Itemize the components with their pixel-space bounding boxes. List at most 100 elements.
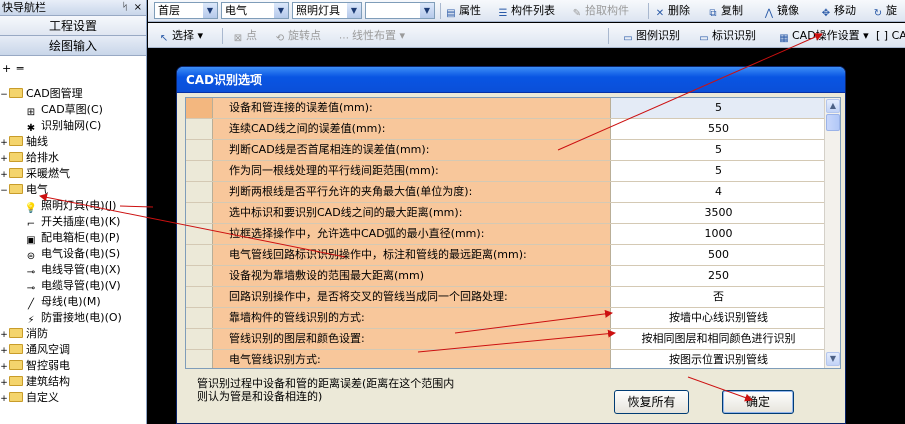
- tree-item[interactable]: ⊸ 电线导管(电)(X): [0, 262, 147, 278]
- pick-component-button[interactable]: ✎ 拾取构件: [571, 3, 629, 19]
- option-value[interactable]: 按图示位置识别管线: [611, 350, 826, 368]
- row-header[interactable]: [186, 245, 213, 265]
- move-button[interactable]: ✥ 移动: [820, 3, 856, 19]
- collapse-icon[interactable]: −: [0, 183, 8, 199]
- legend-recognize-button[interactable]: ▭ 图例识别: [622, 28, 680, 44]
- row-header[interactable]: [186, 287, 213, 307]
- option-row[interactable]: 选中标识和要识别CAD线之间的最大距离(mm): 3500: [186, 203, 826, 224]
- option-value[interactable]: 4: [611, 182, 826, 202]
- select-button[interactable]: ↖ 选择 ▾: [158, 28, 203, 44]
- mirror-button[interactable]: ⋀ 镜像: [763, 3, 799, 19]
- option-row[interactable]: 拉框选择操作中，允许选中CAD弧的最小直径(mm): 1000: [186, 224, 826, 245]
- scroll-down-icon[interactable]: ▼: [826, 352, 840, 366]
- row-header[interactable]: [186, 140, 213, 160]
- option-value[interactable]: 按墙中心线识别管线: [611, 308, 826, 328]
- option-value[interactable]: 按相同图层和相同颜色进行识别: [611, 329, 826, 349]
- tree-item[interactable]: 💡 照明灯具(电)(J): [0, 198, 147, 214]
- tree-folder[interactable]: + 通风空调: [0, 342, 147, 358]
- option-row[interactable]: 靠墙构件的管线识别的方式: 按墙中心线识别管线: [186, 308, 826, 329]
- expand-icon[interactable]: +: [0, 391, 8, 407]
- expand-icon[interactable]: +: [0, 135, 8, 151]
- tree-folder[interactable]: − CAD图管理: [0, 86, 147, 102]
- drawing-input-button[interactable]: 绘图输入: [0, 36, 146, 56]
- option-row[interactable]: 作为同一根线处理的平行线间距范围(mm): 5: [186, 161, 826, 182]
- row-header[interactable]: [186, 119, 213, 139]
- option-row[interactable]: 电气管线识别方式: 按图示位置识别管线: [186, 350, 826, 368]
- chevron-down-icon[interactable]: ▼: [347, 3, 361, 18]
- component-instance-select[interactable]: ▼: [365, 2, 435, 19]
- rotate-point-button[interactable]: ⟲ 旋转点: [274, 28, 321, 44]
- tree-folder[interactable]: + 采暖燃气: [0, 166, 147, 182]
- copy-button[interactable]: ⧉ 复制: [707, 3, 743, 19]
- option-value[interactable]: 250: [611, 266, 826, 286]
- option-row[interactable]: 判断CAD线是否首尾相连的误差值(mm): 5: [186, 140, 826, 161]
- option-value[interactable]: 5: [611, 140, 826, 160]
- delete-button[interactable]: ✕ 删除: [654, 3, 690, 19]
- option-value[interactable]: 3500: [611, 203, 826, 223]
- tree-item[interactable]: ⊜ 电气设备(电)(S): [0, 246, 147, 262]
- tree-folder[interactable]: + 智控弱电: [0, 358, 147, 374]
- tree-item[interactable]: ⊸ 电缆导管(电)(V): [0, 278, 147, 294]
- vertical-scrollbar[interactable]: ▲ ▼: [824, 98, 840, 368]
- option-value[interactable]: 5: [611, 161, 826, 181]
- mark-recognize-button[interactable]: ▭ 标识识别: [698, 28, 756, 44]
- tree-folder[interactable]: + 轴线: [0, 134, 147, 150]
- project-settings-button[interactable]: 工程设置: [0, 16, 146, 36]
- component-type-select[interactable]: 照明灯具 ▼: [292, 2, 362, 19]
- tree-folder[interactable]: + 自定义: [0, 390, 147, 406]
- tree-folder[interactable]: + 给排水: [0, 150, 147, 166]
- row-header[interactable]: [186, 161, 213, 181]
- discipline-select[interactable]: 电气 ▼: [221, 2, 289, 19]
- tree-folder[interactable]: + 建筑结构: [0, 374, 147, 390]
- scroll-up-icon[interactable]: ▲: [826, 99, 840, 113]
- expand-icon[interactable]: +: [0, 167, 8, 183]
- option-row[interactable]: 回路识别操作中，是否将交叉的管线当成同一个回路处理: 否: [186, 287, 826, 308]
- linear-layout-button[interactable]: ⋯ 线性布置 ▾: [338, 28, 405, 44]
- tree-item[interactable]: ⌐ 开关插座(电)(K): [0, 214, 147, 230]
- option-value[interactable]: 500: [611, 245, 826, 265]
- tree-folder[interactable]: + 消防: [0, 326, 147, 342]
- tree-item[interactable]: ╱ 母线(电)(M): [0, 294, 147, 310]
- row-header[interactable]: [186, 224, 213, 244]
- option-row[interactable]: 判断两根线是否平行允许的夹角最大值(单位为度): 4: [186, 182, 826, 203]
- tree-item[interactable]: ✱ 识别轴网(C): [0, 118, 147, 134]
- point-button[interactable]: ⊠ 点: [232, 28, 257, 44]
- tree-item[interactable]: ▣ 配电箱柜(电)(P): [0, 230, 147, 246]
- close-icon[interactable]: ×: [134, 0, 142, 15]
- expand-icon[interactable]: +: [0, 151, 8, 167]
- chevron-down-icon[interactable]: ▼: [203, 3, 217, 18]
- cad-extra-button[interactable]: [ ] CA: [876, 28, 905, 44]
- row-header[interactable]: [186, 203, 213, 223]
- floor-select[interactable]: 首层 ▼: [154, 2, 218, 19]
- cad-settings-button[interactable]: ▦ CAD操作设置 ▾: [778, 28, 868, 44]
- expand-icon[interactable]: +: [0, 359, 8, 375]
- option-row[interactable]: 连续CAD线之间的误差值(mm): 550: [186, 119, 826, 140]
- chevron-down-icon[interactable]: ▼: [420, 3, 434, 18]
- chevron-down-icon[interactable]: ▼: [274, 3, 288, 18]
- tree-item[interactable]: ⚡ 防雷接地(电)(O): [0, 310, 147, 326]
- tree-expand-collapse-icon[interactable]: + ═: [0, 56, 146, 78]
- component-list-button[interactable]: ☰ 构件列表: [497, 3, 555, 19]
- row-header[interactable]: [186, 350, 213, 368]
- expand-icon[interactable]: +: [0, 343, 8, 359]
- row-header[interactable]: [186, 329, 213, 349]
- row-header[interactable]: [186, 98, 213, 118]
- restore-all-button[interactable]: 恢复所有: [614, 390, 689, 414]
- option-row[interactable]: 设备和管连接的误差值(mm): 5: [186, 98, 826, 119]
- row-header[interactable]: [186, 308, 213, 328]
- row-header[interactable]: [186, 182, 213, 202]
- expand-icon[interactable]: +: [0, 375, 8, 391]
- option-row[interactable]: 电气管线回路标识识别操作中，标注和管线的最远距离(mm): 500: [186, 245, 826, 266]
- option-value[interactable]: 550: [611, 119, 826, 139]
- option-value[interactable]: 1000: [611, 224, 826, 244]
- properties-button[interactable]: ▤ 属性: [445, 3, 481, 19]
- tree-folder[interactable]: − 电气: [0, 182, 147, 198]
- rotate-button[interactable]: ↻ 旋: [872, 3, 897, 19]
- option-value[interactable]: 否: [611, 287, 826, 307]
- ok-button[interactable]: 确定: [722, 390, 794, 414]
- row-header[interactable]: [186, 266, 213, 286]
- option-row[interactable]: 管线识别的图层和颜色设置: 按相同图层和相同颜色进行识别: [186, 329, 826, 350]
- option-value[interactable]: 5: [611, 98, 826, 118]
- scroll-thumb[interactable]: [826, 114, 840, 131]
- pin-icon[interactable]: ᛋ: [122, 0, 128, 15]
